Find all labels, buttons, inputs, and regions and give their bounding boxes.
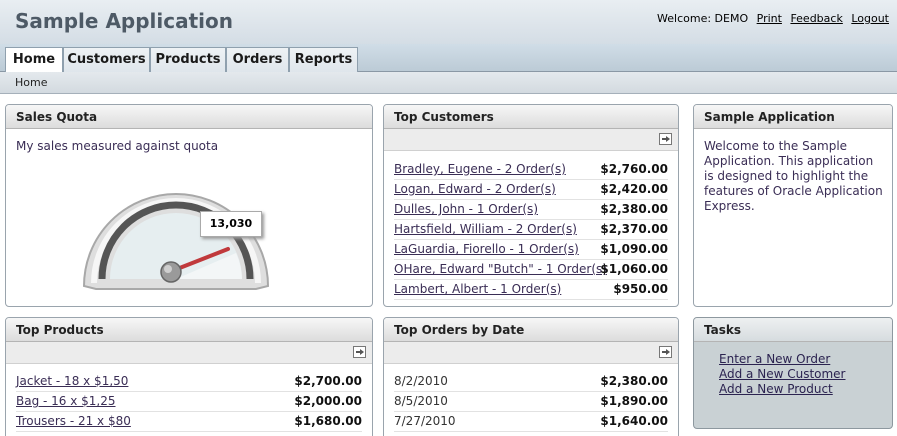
header-links: Welcome: DEMO Print Feedback Logout [652,12,889,25]
expand-icon[interactable] [353,346,366,358]
table-row: Logan, Edward - 2 Order(s) $2,420.00 [394,180,668,200]
row-link[interactable]: Dulles, John - 1 Order(s) [394,202,538,216]
add-new-product-link[interactable]: Add a New Product [719,382,833,396]
region-title: Top Orders by Date [384,318,678,342]
table-row: Hartsfield, William - 2 Order(s) $2,370.0… [394,220,668,240]
logout-link[interactable]: Logout [851,12,889,25]
row-link[interactable]: Trousers - 21 x $80 [16,414,131,428]
top-products-region: Top Products Jacket - 18 x $1,50 $2,700.0… [5,317,373,436]
welcome-description: Welcome to the Sample Application. This … [704,139,883,213]
region-toolbar [6,342,372,364]
row-amount: $2,420.00 [600,182,668,196]
region-title: Sample Application [694,105,892,129]
table-row: Bag - 16 x $1,25 $2,000.00 [16,392,362,412]
table-row: OHare, Edward "Butch" - 1 Order(s) $1,060… [394,260,668,280]
row-amount: $950.00 [613,282,668,296]
region-toolbar [384,129,678,151]
feedback-link[interactable]: Feedback [790,12,842,25]
row-amount: $2,000.00 [294,394,362,408]
gauge-value-label: 13,030 [200,211,262,237]
expand-icon[interactable] [659,133,672,145]
row-amount: $1,090.00 [600,242,668,256]
tab-orders[interactable]: Orders [226,47,289,72]
row-amount: $2,760.00 [600,162,668,176]
quota-description: My sales measured against quota [16,139,219,153]
row-link[interactable]: Jacket - 18 x $1,50 [16,374,128,388]
add-new-customer-link[interactable]: Add a New Customer [719,367,846,381]
row-amount: $1,680.00 [294,414,362,428]
region-title: Sales Quota [6,105,372,129]
tasks-region: Tasks Enter a New Order Add a New Custom… [693,317,893,429]
table-row: 8/2/2010 $2,380.00 [394,372,668,392]
tab-bar: Home Customers Products Orders Reports [0,44,897,73]
row-amount: $2,700.00 [294,374,362,388]
table-row: Lambert, Albert - 1 Order(s) $950.00 [394,280,668,300]
row-date: 8/2/2010 [394,374,448,388]
row-amount: $2,380.00 [600,202,668,216]
app-title: Sample Application [15,9,234,33]
row-amount: $2,380.00 [600,374,668,388]
row-link[interactable]: Bradley, Eugene - 2 Order(s) [394,162,566,176]
row-date: 8/5/2010 [394,394,448,408]
row-amount: $1,060.00 [600,262,668,276]
row-date: 7/27/2010 [394,414,456,428]
tab-reports[interactable]: Reports [289,47,358,72]
row-link[interactable]: LaGuardia, Fiorello - 1 Order(s) [394,242,579,256]
row-link[interactable]: Lambert, Albert - 1 Order(s) [394,282,561,296]
table-row: Bradley, Eugene - 2 Order(s) $2,760.00 [394,160,668,180]
sales-quota-region: Sales Quota My sales measured against qu… [5,104,373,307]
row-link[interactable]: Logan, Edward - 2 Order(s) [394,182,556,196]
region-title: Top Customers [384,105,678,129]
tab-home[interactable]: Home [5,47,63,73]
region-title: Top Products [6,318,372,342]
row-amount: $2,370.00 [600,222,668,236]
table-row: LaGuardia, Fiorello - 1 Order(s) $1,090.0… [394,240,668,260]
enter-new-order-link[interactable]: Enter a New Order [719,352,830,366]
welcome-text: Welcome: DEMO [657,12,749,25]
top-orders-region: Top Orders by Date 8/2/2010 $2,380.00 8/5/… [383,317,679,436]
row-amount: $1,640.00 [600,414,668,428]
expand-icon[interactable] [659,346,672,358]
table-row: 8/5/2010 $1,890.00 [394,392,668,412]
row-link[interactable]: OHare, Edward "Butch" - 1 Order(s) [394,262,607,276]
region-toolbar [384,342,678,364]
tab-products[interactable]: Products [150,47,226,72]
app-header: Sample Application Welcome: DEMO Print F… [0,0,897,44]
row-amount: $1,890.00 [600,394,668,408]
table-row: Trousers - 21 x $80 $1,680.00 [16,412,362,432]
row-link[interactable]: Hartsfield, William - 2 Order(s) [394,222,577,236]
breadcrumb-home[interactable]: Home [15,76,47,89]
tab-customers[interactable]: Customers [63,47,150,72]
row-link[interactable]: Bag - 16 x $1,25 [16,394,116,408]
table-row: Dulles, John - 1 Order(s) $2,380.00 [394,200,668,220]
region-title: Tasks [694,318,892,342]
sample-app-region: Sample Application Welcome to the Sample… [693,104,893,307]
print-link[interactable]: Print [757,12,782,25]
top-customers-region: Top Customers Bradley, Eugene - 2 Order(… [383,104,679,307]
table-row: 7/27/2010 $1,640.00 [394,412,668,432]
table-row: Jacket - 18 x $1,50 $2,700.00 [16,372,362,392]
breadcrumb: Home [0,72,897,94]
